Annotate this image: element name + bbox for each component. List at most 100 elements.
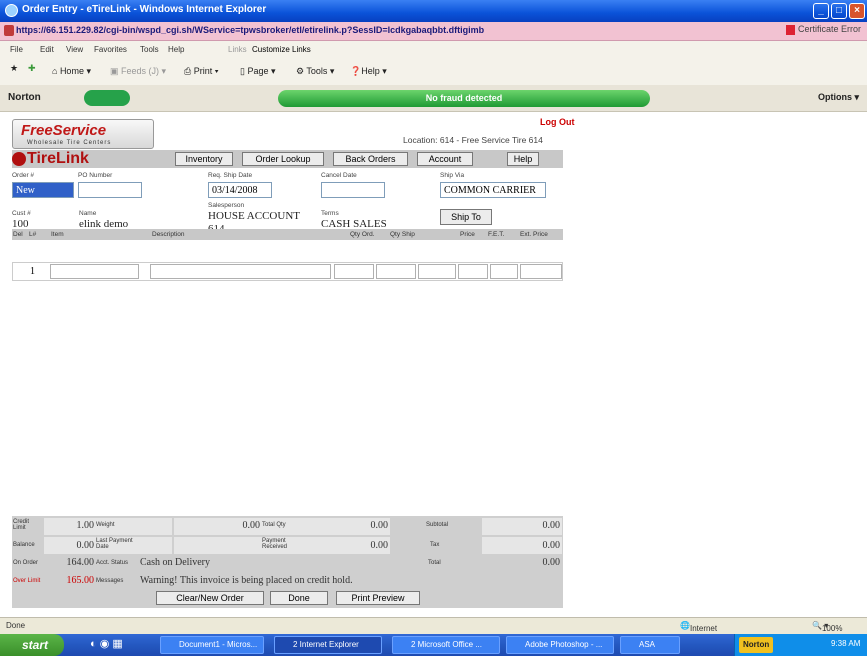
inventory-button[interactable]: Inventory <box>175 152 233 166</box>
menu-favorites[interactable]: Favorites <box>94 45 127 54</box>
account-button[interactable]: Account <box>417 152 473 166</box>
taskbar-item-photoshop[interactable]: Adobe Photoshop - ... <box>506 636 614 654</box>
over-limit-value: 165.00 <box>66 575 95 586</box>
zone-label: Internet <box>689 624 718 633</box>
page-button[interactable]: ▯ Page ▾ <box>240 66 276 77</box>
customize-links[interactable]: Customize Links <box>252 45 311 54</box>
clear-new-order-button[interactable]: Clear/New Order <box>156 591 264 605</box>
minimize-button[interactable]: _ <box>813 3 829 19</box>
shield-icon <box>785 24 795 35</box>
norton-tray[interactable]: Norton <box>739 637 774 653</box>
order-number-input[interactable] <box>12 182 74 198</box>
zoom-control[interactable]: 🔍 100% ▾ <box>812 621 842 633</box>
home-label: Home <box>59 66 84 76</box>
ship-via-input[interactable] <box>440 182 546 198</box>
menu-bar: File Edit View Favorites Tools Help Link… <box>0 41 867 60</box>
ext-price-total-input[interactable] <box>520 264 562 279</box>
add-favorites-icon[interactable]: ✚ <box>28 63 36 74</box>
line-items-header <box>12 229 563 240</box>
norton-toolbar: Norton No fraud detected Options ▾ <box>0 85 867 112</box>
message-text: Warning! This invoice is being placed on… <box>140 575 353 586</box>
print-preview-button[interactable]: Print Preview <box>336 591 420 605</box>
menu-file[interactable]: File <box>10 45 23 54</box>
certificate-error-button[interactable]: Certificate Error <box>785 24 861 35</box>
menu-tools[interactable]: Tools <box>140 45 159 54</box>
menu-edit[interactable]: Edit <box>40 45 54 54</box>
back-orders-button[interactable]: Back Orders <box>333 152 408 166</box>
weight-label: Weight <box>96 522 115 528</box>
total-label: Total <box>428 560 441 566</box>
col-price: Price <box>460 231 475 238</box>
cancel-date-label: Cancel Date <box>321 172 357 179</box>
name-label: Name <box>79 210 97 217</box>
norton-options[interactable]: Options ▾ <box>818 92 859 103</box>
order-number-label: Order # <box>12 172 35 179</box>
title-bar: Order Entry - eTireLink - Windows Intern… <box>0 0 867 22</box>
norton-label: Norton <box>8 92 41 103</box>
tirelink-brand: TireLink <box>12 150 89 168</box>
cancel-date-input[interactable] <box>321 182 385 198</box>
address-bar[interactable]: https://66.151.229.82/cgi-bin/wspd_cgi.s… <box>0 22 867 41</box>
norton-toggle[interactable] <box>84 90 130 106</box>
acct-status-value: Cash on Delivery <box>140 557 210 568</box>
col-item: Item <box>51 231 64 238</box>
ship-to-button[interactable]: Ship To <box>440 209 492 225</box>
taskbar-item-word[interactable]: Document1 - Micros... <box>160 636 264 654</box>
item-input[interactable] <box>50 264 139 279</box>
tax-value: 0.00 <box>542 540 561 551</box>
help-button[interactable]: ❓Help ▾ <box>350 66 387 77</box>
balance-value: 0.00 <box>76 540 95 551</box>
command-bar: ★ ✚ ⌂ Home ▾ ▣ Feeds (J) ▾ ⎙ Print ▾ ▯ P… <box>0 59 867 86</box>
col-ext-price: Ext. Price <box>520 231 548 238</box>
total-value: 0.00 <box>542 557 561 568</box>
menu-help[interactable]: Help <box>168 45 184 54</box>
logout-link[interactable]: Log Out <box>540 117 575 127</box>
security-icon <box>4 25 14 36</box>
favorites-star-icon[interactable]: ★ <box>10 63 18 74</box>
description-input[interactable] <box>150 264 331 279</box>
col-del: Del <box>13 231 23 238</box>
on-order-label: On Order <box>13 560 39 566</box>
price-input[interactable] <box>418 264 456 279</box>
taskbar-item-asa[interactable]: ASA <box>620 636 680 654</box>
qty-ord-input[interactable] <box>334 264 374 279</box>
credit-limit-value: 1.00 <box>76 520 95 531</box>
tools-button[interactable]: ⚙ Tools ▾ <box>296 66 334 77</box>
fet-input[interactable] <box>458 264 488 279</box>
qty-ship-input[interactable] <box>376 264 416 279</box>
on-order-value: 164.00 <box>66 557 95 568</box>
menu-view[interactable]: View <box>66 45 83 54</box>
po-number-label: PO Number <box>78 172 113 179</box>
salesperson-value: HOUSE ACCOUNT <box>208 210 300 222</box>
logo-text: FreeService <box>21 122 107 139</box>
ext-price-input[interactable] <box>490 264 518 279</box>
req-ship-date-input[interactable] <box>208 182 272 198</box>
weight-value: 0.00 <box>242 520 261 531</box>
col-description: Description <box>152 231 185 238</box>
print-button[interactable]: ⎙ Print ▾ <box>184 66 219 77</box>
location-text: Location: 614 - Free Service Tire 614 <box>403 135 543 145</box>
feeds-label: Feeds (J) <box>121 66 160 76</box>
payment-received-label: Payment Received <box>262 538 288 550</box>
clock: 9:38 AM <box>831 639 861 648</box>
links-label: Links <box>228 45 247 54</box>
done-button[interactable]: Done <box>270 591 328 605</box>
page-label: Page <box>247 66 269 76</box>
close-button[interactable]: × <box>849 3 865 19</box>
taskbar-item-office[interactable]: 2 Microsoft Office ... <box>392 636 500 654</box>
quicklaunch-icons[interactable]: ◐ ◉ ▦ <box>90 637 123 650</box>
maximize-button[interactable]: □ <box>831 3 847 19</box>
subtotal-label: Subtotal <box>426 522 449 528</box>
help-nav-button[interactable]: Help <box>507 152 539 166</box>
ie-icon <box>5 4 18 17</box>
po-number-input[interactable] <box>78 182 142 198</box>
brand-label: TireLink <box>27 150 89 167</box>
order-lookup-button[interactable]: Order Lookup <box>242 152 324 166</box>
subtotal-value: 0.00 <box>542 520 561 531</box>
start-button[interactable]: start <box>0 634 64 656</box>
home-button[interactable]: ⌂ Home ▾ <box>52 66 91 77</box>
url-field[interactable]: https://66.151.229.82/cgi-bin/wspd_cgi.s… <box>16 25 484 35</box>
tools-label: Tools <box>306 66 328 76</box>
taskbar-item-ie[interactable]: 2 Internet Explorer <box>274 636 382 654</box>
feeds-button[interactable]: ▣ Feeds (J) ▾ <box>110 66 166 77</box>
